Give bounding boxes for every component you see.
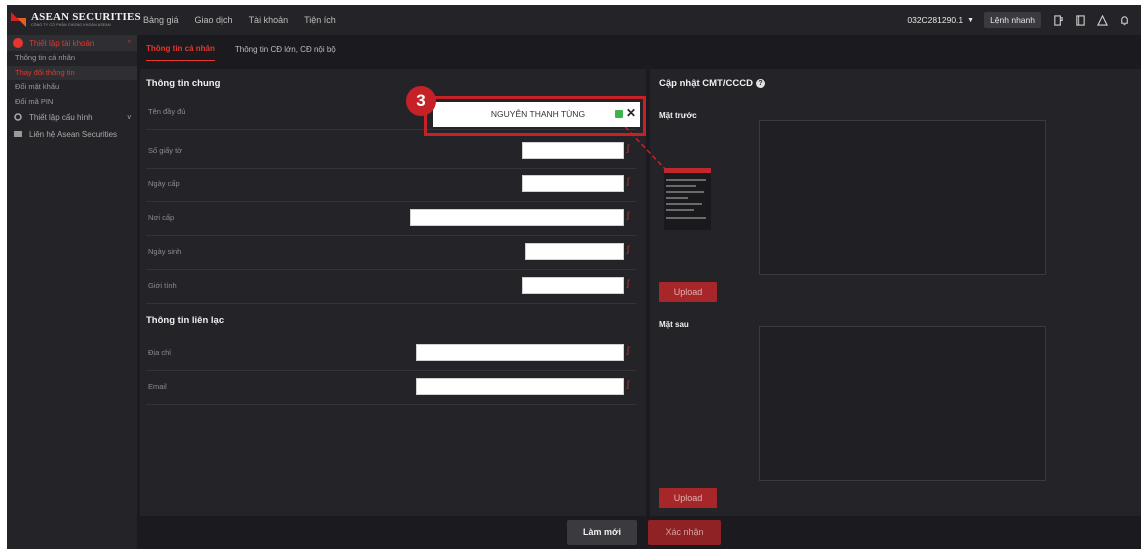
chevron-up-icon: ^ [127, 39, 131, 47]
id-update-title-text: Cập nhật CMT/CCCD [659, 78, 753, 89]
sidebar: Thiết lập tài khoản ^ Thông tin cá nhân … [7, 35, 137, 549]
top-navigation-bar: ASEAN SECURITIES CÔNG TY CỔ PHẦN CHỨNG K… [7, 5, 1141, 35]
menu-price-board[interactable]: Bảng giá [143, 15, 179, 25]
upload-back-button[interactable]: Upload [659, 488, 717, 508]
tab-bar: Thông tin cá nhân Thông tin CĐ lớn, CĐ n… [140, 35, 1141, 61]
front-side-label: Mặt trước [659, 111, 697, 120]
sidebar-item-change-info[interactable]: Thay đổi thông tin [7, 65, 137, 80]
brand-subtitle: CÔNG TY CỔ PHẦN CHỨNG KHOÁN ASEAN [31, 23, 111, 28]
step-number-badge: 3 [406, 86, 436, 116]
email-label: Email [148, 382, 167, 391]
upload-front-button[interactable]: Upload [659, 282, 717, 302]
front-upload-area[interactable] [759, 120, 1046, 275]
full-name-label: Tên đầy đủ [148, 107, 186, 116]
tab-major-shareholder-info[interactable]: Thông tin CĐ lớn, CĐ nội bộ [235, 45, 336, 61]
gender-label: Giới tính [148, 281, 177, 290]
order-form-icon[interactable] [1053, 14, 1064, 26]
bell-icon[interactable] [1119, 15, 1130, 26]
warning-icon[interactable] [1097, 14, 1108, 26]
sidebar-group-label: Thiết lập tài khoản [29, 38, 95, 48]
gender-select[interactable] [522, 277, 624, 294]
close-icon[interactable]: ✕ [626, 106, 636, 120]
lock-icon [615, 110, 623, 118]
id-number-label: Số giấy tờ [148, 146, 183, 155]
sidebar-group-account-settings[interactable]: Thiết lập tài khoản ^ [7, 35, 137, 51]
sidebar-group-label: Thiết lập cấu hình [29, 112, 93, 122]
issue-date-input[interactable] [522, 175, 624, 192]
field-row-id-number: Số giấy tờ ʃ [146, 137, 636, 169]
field-row-email: Email ʃ [146, 373, 636, 405]
contact-icon [14, 131, 22, 137]
reset-button[interactable]: Làm mới [567, 520, 637, 545]
birth-date-input[interactable] [525, 243, 624, 260]
sidebar-group-config-settings[interactable]: Thiết lập cấu hình v [7, 109, 137, 125]
user-settings-icon [13, 38, 23, 48]
full-name-value: NGUYỄN THANH TÙNG [490, 109, 586, 119]
issue-place-label: Nơi cấp [148, 213, 175, 222]
sidebar-item-change-pin[interactable]: Đổi mã PIN [7, 95, 137, 110]
sidebar-item-personal-info[interactable]: Thông tin cá nhân [7, 51, 137, 66]
field-row-birth-date: Ngày sinh ʃ [146, 238, 636, 270]
chevron-down-icon: v [127, 113, 132, 121]
edit-icon[interactable]: ʃ [627, 379, 629, 389]
sidebar-contact-label: Liên hệ Asean Securities [29, 129, 118, 139]
issue-date-label: Ngày cấp [148, 179, 180, 188]
menu-utilities[interactable]: Tiện ích [304, 15, 336, 25]
email-input[interactable] [416, 378, 624, 395]
field-row-address: Địa chỉ ʃ [146, 339, 636, 371]
front-image-thumbnail[interactable] [664, 168, 711, 230]
account-number: 032C281290.1 [907, 15, 964, 25]
sidebar-item-change-password[interactable]: Đổi mật khẩu [7, 80, 137, 95]
app-window: ASEAN SECURITIES CÔNG TY CỔ PHẦN CHỨNG K… [7, 5, 1141, 549]
menu-account[interactable]: Tài khoản [249, 15, 289, 25]
edit-icon[interactable]: ʃ [627, 345, 629, 355]
edit-icon[interactable]: ʃ [627, 244, 629, 254]
field-row-gender: Giới tính ʃ [146, 272, 636, 304]
quick-order-button[interactable]: Lệnh nhanh [984, 12, 1041, 28]
field-row-issue-place: Nơi cấp ʃ [146, 204, 636, 236]
book-icon[interactable] [1075, 14, 1086, 26]
edit-icon[interactable]: ʃ [627, 176, 629, 186]
menu-trading[interactable]: Giao dịch [195, 15, 233, 25]
issue-place-input[interactable] [410, 209, 624, 226]
address-label: Địa chỉ [148, 348, 171, 357]
sidebar-item-contact[interactable]: Liên hệ Asean Securities [7, 125, 137, 143]
id-card-update-panel: Cập nhật CMT/CCCD ? Mặt trước Upload Mặt… [650, 69, 1141, 516]
tab-personal-info[interactable]: Thông tin cá nhân [146, 44, 215, 61]
personal-info-form: Thông tin chung Tên đầy đủ Số giấy tờ ʃ … [140, 69, 646, 516]
brand-logo[interactable]: ASEAN SECURITIES CÔNG TY CỔ PHẦN CHỨNG K… [11, 10, 143, 30]
brand-mark-icon [11, 10, 27, 30]
help-icon[interactable]: ? [755, 79, 765, 88]
id-update-title: Cập nhật CMT/CCCD ? [659, 78, 765, 89]
id-number-input[interactable] [522, 142, 624, 159]
brand-name: ASEAN SECURITIES [31, 11, 141, 24]
general-info-title: Thông tin chung [146, 78, 221, 89]
contact-info-title: Thông tin liên lạc [146, 315, 225, 326]
field-row-issue-date: Ngày cấp ʃ [146, 170, 636, 202]
confirm-button[interactable]: Xác nhận [648, 520, 721, 545]
back-upload-area[interactable] [759, 326, 1046, 481]
account-selector[interactable]: 032C281290.1 ▼ [907, 15, 974, 25]
birth-date-label: Ngày sinh [148, 247, 182, 256]
main-menu: Bảng giá Giao dịch Tài khoản Tiện ích [143, 15, 336, 25]
edit-icon[interactable]: ʃ [627, 278, 629, 288]
gear-icon [14, 113, 22, 121]
full-name-value-box: NGUYỄN THANH TÙNG ✕ [433, 102, 640, 127]
edit-icon[interactable]: ʃ [627, 143, 629, 153]
address-input[interactable] [416, 344, 624, 361]
back-side-label: Mặt sau [659, 320, 689, 329]
caret-down-icon: ▼ [967, 16, 975, 24]
edit-icon[interactable]: ʃ [627, 210, 629, 220]
